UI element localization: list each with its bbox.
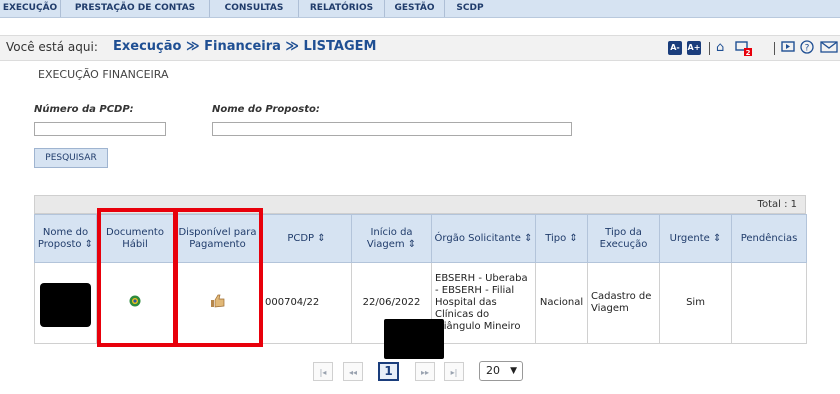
page-title: EXECUÇÃO FINANCEIRA [38, 68, 169, 81]
col-tipo-execucao: Tipo da Execução [587, 214, 660, 263]
pager-current-page[interactable]: 1 [378, 362, 399, 381]
pager-prev-button[interactable]: ◂◂ [343, 362, 363, 381]
nav-relatorios[interactable]: RELATÓRIOS [299, 0, 385, 17]
pager-first-button[interactable]: |◂ [313, 362, 333, 381]
cell-orgao-solicitante: EBSERH - Uberaba - EBSERH - Filial Hospi… [431, 262, 536, 344]
notification-count-badge: 2 [746, 49, 751, 56]
mail-icon[interactable] [820, 40, 838, 58]
notifications-icon[interactable]: 2 [735, 40, 753, 60]
redacted-block [384, 319, 444, 359]
col-inicio-viagem[interactable]: Início da Viagem ⇕ [351, 214, 432, 263]
search-button[interactable]: PESQUISAR [34, 148, 108, 168]
svg-text:?: ? [805, 44, 810, 54]
page-size-select[interactable]: 20 ▼ [479, 361, 523, 381]
redacted-name-block [40, 283, 91, 327]
breadcrumb-bar: Você está aqui: Execução ≫ Financeira ≫ … [0, 35, 840, 61]
col-nome-proposto[interactable]: Nome do Proposto ⇕ [34, 214, 97, 263]
col-pendencias: Pendências [731, 214, 807, 263]
breadcrumb-label: Você está aqui: [6, 40, 98, 54]
toolbar-divider [709, 42, 710, 55]
nav-prestacao-de-contas[interactable]: PRESTAÇÃO DE CONTAS [61, 0, 210, 17]
nav-gestao[interactable]: GESTÃO [385, 0, 445, 17]
chevron-down-icon: ▼ [510, 366, 517, 376]
col-urgente[interactable]: Urgente ⇕ [659, 214, 732, 263]
col-pcdp[interactable]: PCDP ⇕ [261, 214, 352, 263]
cell-pcdp[interactable]: 000704/22 [261, 262, 352, 344]
home-icon[interactable]: ⌂ [716, 40, 724, 55]
font-decrease-button[interactable]: A- [668, 41, 682, 55]
col-orgao-solicitante[interactable]: Órgão Solicitante ⇕ [431, 214, 536, 263]
cell-urgente: Sim [659, 262, 732, 344]
breadcrumb[interactable]: Execução ≫ Financeira ≫ LISTAGEM [113, 39, 376, 54]
pcdp-label: Número da PCDP: [34, 104, 134, 115]
cell-tipo: Nacional [535, 262, 588, 344]
pcdp-input[interactable] [34, 122, 166, 136]
presentation-icon[interactable] [781, 40, 795, 58]
pager-last-button[interactable]: ▸| [444, 362, 464, 381]
cell-pendencias [731, 262, 807, 344]
nav-execucao[interactable]: EXECUÇÃO [0, 0, 61, 17]
results-total: Total : 1 [757, 199, 797, 210]
highlight-disponivel-pagamento [174, 208, 263, 347]
nav-consultas[interactable]: CONSULTAS [210, 0, 299, 17]
help-icon[interactable]: ? [800, 40, 814, 58]
font-increase-button[interactable]: A+ [687, 41, 701, 55]
proposto-label: Nome do Proposto: [212, 104, 320, 115]
pager-next-button[interactable]: ▸▸ [415, 362, 435, 381]
toolbar-divider [774, 42, 775, 55]
proposto-input[interactable] [212, 122, 572, 136]
top-navigation: EXECUÇÃO PRESTAÇÃO DE CONTAS CONSULTAS R… [0, 0, 840, 18]
nav-scdp[interactable]: SCDP [445, 0, 495, 17]
page-size-value: 20 [486, 364, 500, 377]
cell-tipo-execucao: Cadastro de Viagem [587, 262, 660, 344]
highlight-documento-habil [97, 208, 177, 347]
col-tipo[interactable]: Tipo ⇕ [535, 214, 588, 263]
